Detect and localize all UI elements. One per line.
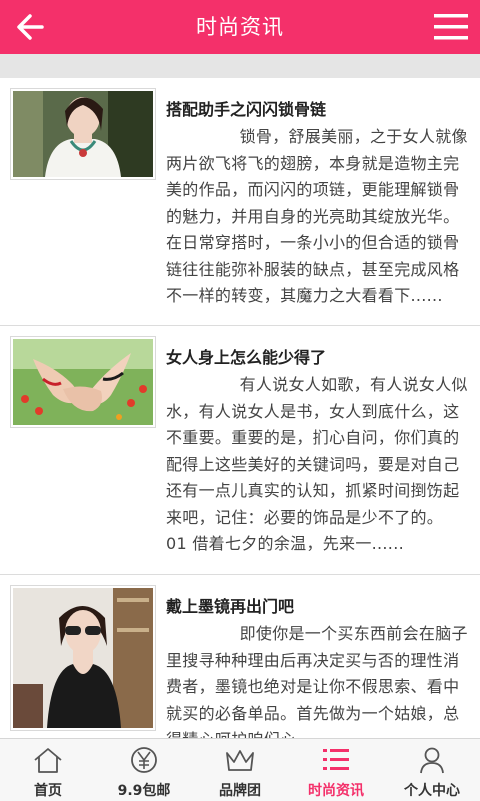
yen-icon bbox=[131, 747, 157, 773]
home-icon bbox=[34, 748, 62, 773]
nav-item-brand[interactable]: 品牌团 bbox=[192, 739, 288, 801]
nav-item-fashion-news[interactable]: 时尚资讯 bbox=[288, 739, 384, 801]
menu-button[interactable] bbox=[432, 10, 470, 44]
nav-label: 首页 bbox=[34, 783, 62, 799]
person-icon bbox=[420, 747, 444, 774]
article-thumbnail bbox=[10, 88, 156, 180]
article-title[interactable]: 女人身上怎么能少得了 bbox=[166, 344, 326, 368]
article-list: 搭配助手之闪闪锁骨链 锁骨，舒展美丽，之于女人就像两片欲飞将飞的翅膀，本身就是造… bbox=[0, 54, 480, 738]
article-thumbnail bbox=[10, 336, 156, 428]
article-summary: 锁骨，舒展美丽，之于女人就像两片欲飞将飞的翅膀，本身就是造物主完美的作品，而闪闪… bbox=[166, 127, 468, 305]
page-title: 时尚资讯 bbox=[196, 15, 284, 39]
nav-item-profile[interactable]: 个人中心 bbox=[384, 739, 480, 801]
top-spacer bbox=[0, 54, 480, 78]
article-summary: 有人说女人如歌，有人说女人似水，有人说女人是书，女人到底什么，这不重要。重要的是… bbox=[166, 375, 468, 553]
nav-item-free-shipping[interactable]: 9.9包邮 bbox=[96, 739, 192, 801]
bottom-nav: 首页 9.9包邮 品牌团 时尚资讯 个人中心 bbox=[0, 738, 480, 801]
crown-icon bbox=[226, 750, 254, 771]
article-item[interactable]: 戴上墨镜再出门吧 即使你是一个买东西前会在脑子里搜寻种种理由后再决定买与否的理性… bbox=[0, 575, 480, 738]
article-thumbnail bbox=[10, 585, 156, 731]
nav-label: 个人中心 bbox=[404, 783, 460, 799]
nav-label: 时尚资讯 bbox=[308, 783, 364, 799]
article-item[interactable]: 女人身上怎么能少得了 有人说女人如歌，有人说女人似水，有人说女人是书，女人到底什… bbox=[0, 326, 480, 575]
article-item[interactable]: 搭配助手之闪闪锁骨链 锁骨，舒展美丽，之于女人就像两片欲飞将飞的翅膀，本身就是造… bbox=[0, 78, 480, 326]
menu-icon bbox=[434, 14, 468, 40]
list-icon bbox=[323, 749, 349, 770]
nav-label: 品牌团 bbox=[219, 783, 261, 799]
article-title[interactable]: 搭配助手之闪闪锁骨链 bbox=[166, 96, 326, 120]
nav-label: 9.9包邮 bbox=[117, 783, 171, 799]
nav-item-home[interactable]: 首页 bbox=[0, 739, 96, 801]
article-title[interactable]: 戴上墨镜再出门吧 bbox=[166, 593, 294, 617]
app-header: 时尚资讯 bbox=[0, 0, 480, 54]
article-summary: 即使你是一个买东西前会在脑子里搜寻种种理由后再决定买与否的理性消费者，墨镜也绝对… bbox=[166, 624, 468, 738]
